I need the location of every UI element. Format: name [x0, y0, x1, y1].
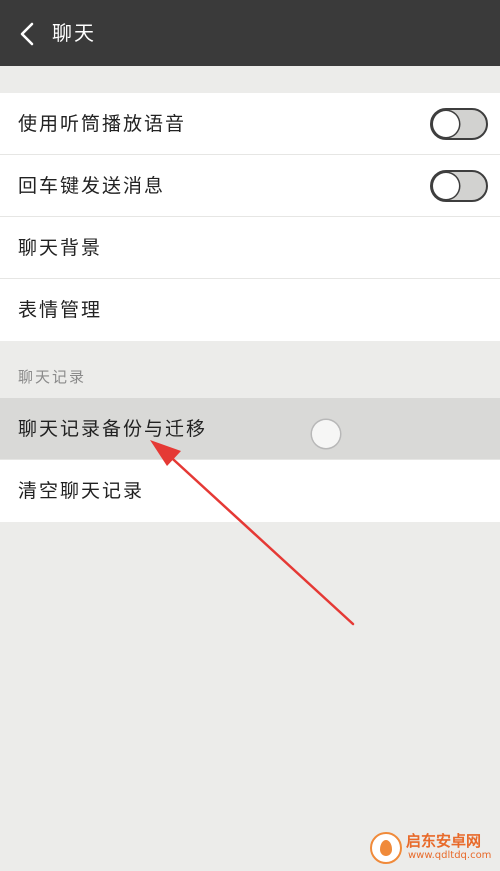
setting-row-chat-background[interactable]: 聊天背景 — [0, 217, 500, 279]
earpiece-playback-toggle[interactable] — [430, 108, 488, 140]
setting-label: 使用听筒播放语音 — [18, 113, 187, 135]
enter-to-send-toggle[interactable] — [430, 170, 488, 202]
watermark-logo-icon — [370, 832, 402, 864]
title-bar: 聊天 — [0, 0, 500, 66]
touch-indicator — [312, 420, 340, 448]
section-header-chat-history: 聊天记录 — [18, 368, 87, 386]
back-button[interactable] — [4, 9, 50, 57]
page-title: 聊天 — [52, 21, 96, 45]
chat-history-group: 聊天记录备份与迁移 清空聊天记录 — [0, 398, 500, 522]
setting-row-clear-history[interactable]: 清空聊天记录 — [0, 460, 500, 522]
watermark-title: 启东安卓网 — [406, 832, 482, 850]
chevron-left-icon — [20, 22, 34, 46]
watermark-url: www.qdltdq.com — [408, 850, 492, 861]
settings-group: 使用听筒播放语音 回车键发送消息 聊天背景 表情管理 — [0, 93, 500, 341]
setting-label: 聊天背景 — [18, 237, 103, 259]
setting-label: 表情管理 — [18, 299, 103, 321]
toggle-knob — [433, 173, 459, 199]
setting-label: 聊天记录备份与迁移 — [18, 418, 208, 440]
watermark: 启东安卓网 www.qdltdq.com — [370, 828, 496, 868]
setting-row-backup-migrate[interactable]: 聊天记录备份与迁移 — [0, 398, 500, 460]
setting-row-sticker-management[interactable]: 表情管理 — [0, 279, 500, 341]
toggle-knob — [433, 111, 459, 137]
setting-label: 回车键发送消息 — [18, 175, 166, 197]
setting-label: 清空聊天记录 — [18, 480, 145, 502]
setting-row-earpiece-playback[interactable]: 使用听筒播放语音 — [0, 93, 500, 155]
setting-row-enter-to-send[interactable]: 回车键发送消息 — [0, 155, 500, 217]
